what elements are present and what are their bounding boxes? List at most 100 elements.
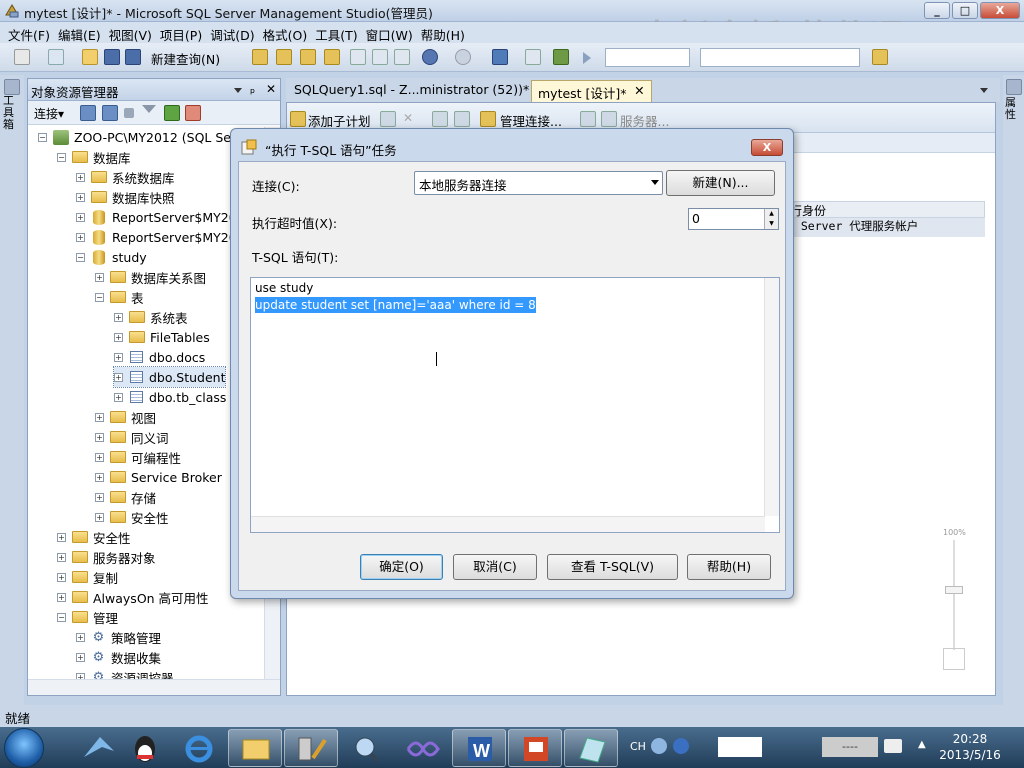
panel-menu-chevron-icon[interactable] — [234, 88, 242, 93]
network-signal-icon[interactable] — [718, 737, 762, 757]
tree-node[interactable]: + 视图 — [95, 407, 156, 427]
tree-node[interactable]: − 管理 — [57, 607, 118, 627]
stop-icon[interactable] — [124, 108, 134, 118]
tree-node[interactable]: + 服务器对象 — [57, 547, 156, 567]
expand-icon[interactable]: + — [76, 212, 85, 222]
tree-node[interactable]: − 表 — [95, 287, 144, 307]
disconnect-icon[interactable] — [102, 105, 118, 121]
close-window-button[interactable]: X — [980, 2, 1020, 19]
save-all-icon[interactable] — [125, 49, 141, 65]
expand-icon[interactable]: + — [95, 272, 104, 282]
tree-node[interactable]: + dbo.Student — [112, 366, 227, 388]
timeout-spinner[interactable]: 0 ▲ ▼ — [688, 208, 779, 230]
expand-icon[interactable]: + — [114, 372, 123, 382]
taskbar-ie-icon[interactable] — [172, 729, 226, 767]
help-button[interactable]: 帮助(H) — [687, 554, 771, 580]
tab-list-chevron-icon[interactable] — [980, 88, 988, 93]
find-combo[interactable] — [700, 48, 860, 67]
taskbar-notes-icon[interactable] — [564, 729, 618, 767]
collapse-icon[interactable]: − — [95, 292, 104, 302]
refresh-icon[interactable] — [164, 105, 180, 121]
activity-monitor-icon[interactable] — [185, 105, 201, 121]
battery-box[interactable]: ---- — [822, 737, 878, 757]
mdx-query-icon[interactable] — [300, 49, 316, 65]
tree-node[interactable]: + 同义词 — [95, 427, 169, 447]
grid-cell-run-as[interactable]: L Server 代理服务帐户 — [785, 218, 985, 237]
show-hidden-icons-icon[interactable]: ▲ — [918, 739, 926, 750]
expand-icon[interactable]: + — [95, 472, 104, 482]
paste-icon[interactable] — [394, 49, 410, 65]
expand-icon[interactable]: + — [95, 492, 104, 502]
delete-icon[interactable]: ✕ — [403, 111, 419, 127]
maximize-button[interactable]: □ — [952, 2, 978, 19]
menu-window[interactable]: 窗口(W) — [362, 22, 417, 43]
cancel-button[interactable]: 取消(C) — [453, 554, 537, 580]
collapse-icon[interactable]: − — [57, 612, 66, 622]
menu-help[interactable]: 帮助(H) — [417, 22, 469, 43]
tree-node[interactable]: + ⚙ 策略管理 — [76, 627, 161, 647]
view-tsql-button[interactable]: 查看 T-SQL(V) — [547, 554, 678, 580]
editor-horizontal-scrollbar[interactable] — [251, 516, 765, 532]
db-engine-query-icon[interactable] — [252, 49, 268, 65]
expand-icon[interactable]: + — [76, 232, 85, 242]
language-bar-icon[interactable] — [651, 738, 667, 754]
open-folder-icon[interactable] — [82, 49, 98, 65]
expand-icon[interactable]: + — [114, 312, 123, 322]
collapse-icon[interactable]: − — [76, 252, 85, 262]
collapse-icon[interactable]: − — [57, 152, 66, 162]
taskbar-magnifier-icon[interactable] — [340, 729, 394, 767]
tree-horizontal-scrollbar[interactable] — [28, 679, 280, 695]
redo-icon[interactable] — [455, 49, 471, 65]
find-icon[interactable] — [525, 49, 541, 65]
toolbox-tab[interactable]: 工具箱 — [3, 95, 21, 131]
expand-icon[interactable]: + — [76, 652, 85, 662]
tree-node[interactable]: + Service Broker — [95, 467, 222, 487]
copy-icon[interactable] — [372, 49, 388, 65]
menu-debug[interactable]: 调试(D) — [206, 22, 258, 43]
ssms-app-icon[interactable] — [4, 3, 20, 19]
connection-select[interactable]: 本地服务器连接 — [414, 171, 663, 195]
tree-node[interactable]: − ZOO-PC\MY2012 (SQL Server — [38, 127, 256, 147]
reporting-icon[interactable] — [454, 111, 470, 127]
add-item-icon[interactable] — [48, 49, 64, 65]
expand-icon[interactable]: + — [57, 532, 66, 542]
pin-icon[interactable]: ₚ — [250, 82, 255, 96]
tree-node[interactable]: + dbo.docs — [114, 347, 205, 367]
new-query-button[interactable]: 新建查询(N) — [151, 49, 220, 68]
tree-node[interactable]: + 数据库关系图 — [95, 267, 206, 287]
tree-node[interactable]: + ⚙ 资源调控器 — [76, 667, 174, 679]
expand-icon[interactable]: + — [114, 352, 123, 362]
start-debug-icon[interactable] — [583, 52, 591, 64]
zoom-thumb[interactable] — [945, 586, 963, 594]
properties-icon[interactable] — [872, 49, 888, 65]
cut-icon[interactable] — [350, 49, 366, 65]
tree-node[interactable]: + 数据库快照 — [76, 187, 175, 207]
tsql-editor[interactable]: use study update student set [name]='aaa… — [250, 277, 780, 533]
logging-icon[interactable] — [580, 111, 596, 127]
taskbar-powerpoint-icon[interactable] — [508, 729, 562, 767]
connect-icon[interactable] — [80, 105, 96, 121]
tree-node[interactable]: + FileTables — [114, 327, 210, 347]
expand-icon[interactable]: + — [95, 512, 104, 522]
menu-project[interactable]: 项目(P) — [156, 22, 206, 43]
spin-down-icon[interactable]: ▼ — [764, 219, 778, 229]
tree-node[interactable]: + ReportServer$MY2012 — [76, 227, 253, 247]
dmx-query-icon[interactable] — [324, 49, 340, 65]
tree-node[interactable]: + ⚙ 数据收集 — [76, 647, 161, 667]
tree-node[interactable]: + ReportServer$MY2012 — [76, 207, 253, 227]
tree-node[interactable]: + dbo.tb_class — [114, 387, 226, 407]
taskbar-clock[interactable]: 20:28 2013/5/16 — [935, 731, 1005, 763]
subplan-properties-icon[interactable] — [380, 111, 396, 127]
save-icon[interactable] — [104, 49, 120, 65]
undo-icon[interactable] — [422, 49, 438, 65]
zoom-slider[interactable]: 100% — [939, 528, 969, 678]
tree-node[interactable]: − study — [76, 247, 147, 267]
taskbar-explorer-icon[interactable] — [228, 729, 282, 767]
menu-format[interactable]: 格式(O) — [259, 22, 312, 43]
tree-node[interactable]: − 数据库 — [57, 147, 131, 167]
expand-icon[interactable]: + — [95, 432, 104, 442]
expand-icon[interactable]: + — [57, 592, 66, 602]
properties-tab-icon[interactable] — [1006, 79, 1022, 95]
taskbar-word-icon[interactable]: W — [452, 729, 506, 767]
new-project-icon[interactable] — [14, 49, 30, 65]
